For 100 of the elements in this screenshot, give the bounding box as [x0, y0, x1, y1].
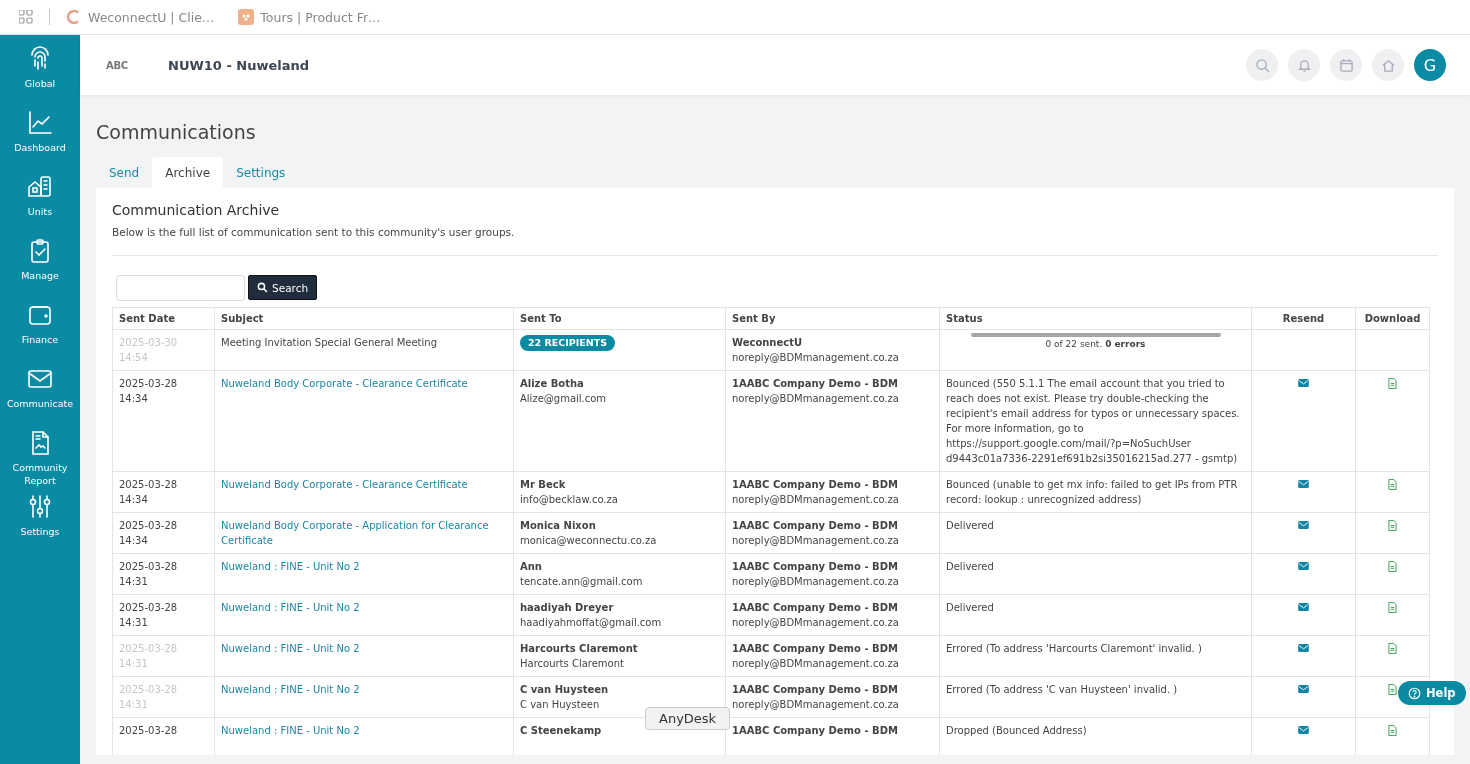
panel-title: Communication Archive	[112, 202, 281, 218]
sent-date: 2025-03-28 14:31	[119, 683, 179, 712]
home-icon	[1380, 57, 1396, 73]
recipient-email: tencate.ann@gmail.com	[520, 575, 644, 589]
search-field[interactable]	[116, 275, 245, 301]
recipient-email: info@becklaw.co.za	[520, 493, 619, 507]
sidebar-item-label[interactable]: Settings	[5, 525, 75, 539]
envelope-icon[interactable]	[1298, 480, 1309, 488]
pdf-file-icon[interactable]	[1388, 561, 1397, 572]
sidebar-item-label[interactable]: Manage	[5, 269, 75, 283]
sender-name: 1AABC Company Demo - BDM	[732, 478, 899, 492]
sidebar-item-label[interactable]: Community Report	[5, 461, 75, 488]
envelope-icon[interactable]	[1298, 603, 1309, 611]
sent-date: 2025-03-30 14:54	[119, 336, 179, 365]
sender-email: noreply@BDMmanagement.co.za	[732, 575, 900, 589]
sender-name: 1AABC Company Demo - BDM	[732, 724, 899, 738]
subject-text: Meeting Invitation Special General Meeting	[221, 337, 437, 348]
sender-email: noreply@BDMmanagement.co.za	[732, 698, 900, 712]
tooltip: AnyDesk	[645, 707, 731, 730]
sender-name: 1AABC Company Demo - BDM	[732, 683, 899, 697]
pdf-file-icon[interactable]	[1388, 643, 1397, 654]
sender-name: 1AABC Company Demo - BDM	[732, 601, 899, 615]
envelope-icon[interactable]	[1298, 379, 1309, 387]
company-logo: ABC	[106, 59, 129, 71]
sender-name: 1AABC Company Demo - BDM	[732, 519, 899, 533]
envelope-icon[interactable]	[1298, 644, 1309, 652]
search-button[interactable]	[1246, 49, 1278, 81]
apps-grid-icon[interactable]	[19, 10, 33, 24]
sender-name: 1AABC Company Demo - BDM	[732, 560, 899, 574]
notifications-button[interactable]	[1288, 49, 1320, 81]
sender-name: 1AABC Company Demo - BDM	[732, 642, 899, 656]
help-button[interactable]: Help	[1398, 681, 1466, 705]
column-header: Download	[1364, 313, 1421, 324]
recipient-email: monica@weconnectu.co.za	[520, 534, 658, 548]
recipient-name: Mr Beck	[520, 478, 567, 492]
recipient-name: Ann	[520, 560, 543, 574]
subject-link[interactable]: Nuweland Body Corporate - Clearance Certificate	[221, 376, 507, 391]
status-text: Delivered	[946, 601, 995, 615]
search-button[interactable]: Search	[248, 275, 318, 300]
recipient-email: C van Huysteen	[520, 698, 601, 712]
bell-icon	[1296, 57, 1312, 73]
pdf-file-icon[interactable]	[1388, 684, 1397, 695]
status-text: Delivered	[946, 519, 995, 533]
status-text: Delivered	[946, 560, 995, 574]
pdf-file-icon[interactable]	[1388, 725, 1397, 736]
sent-date: 2025-03-28 14:31	[119, 601, 179, 630]
sidebar-item-label[interactable]: Communicate	[5, 397, 75, 411]
column-header: Subject	[221, 313, 264, 324]
sender-email: noreply@BDMmanagement.co.za	[732, 616, 900, 630]
user-avatar[interactable]: G	[1414, 49, 1446, 81]
sender-email: noreply@BDMmanagement.co.za	[732, 392, 900, 406]
recipient-name: C Steenekamp	[520, 724, 603, 738]
community-title: NUW10 - Nuweland	[168, 57, 310, 73]
column-header: Sent To	[520, 313, 562, 324]
envelope-icon[interactable]	[1298, 562, 1309, 570]
sidebar-item-label[interactable]: Units	[5, 205, 75, 219]
calendar-button[interactable]	[1330, 49, 1362, 81]
sender-email: noreply@BDMmanagement.co.za	[732, 657, 900, 671]
sender-email: noreply@BDMmanagement.co.za	[732, 351, 900, 365]
recipient-email: Harcourts Claremont	[520, 657, 625, 671]
envelope-icon[interactable]	[1298, 521, 1309, 529]
recipient-name: Harcourts Claremont	[520, 642, 639, 656]
status-text: Bounced (550 5.1.1 The email account that you tried to reach does not exist. Please try double-checking the recipient's email address for typos or unnecessary spaces. For more information, go to https://support.google.com/mail/?p=NoSuchUser d9443c01a7336-2291ef691b2si35016215ad.277 - gsmtp)	[946, 377, 1241, 466]
envelope-icon[interactable]	[1298, 685, 1309, 693]
progress-text: 0 of 22 sent. 0 errors	[1045, 338, 1146, 351]
home-button[interactable]	[1372, 49, 1404, 81]
browser-tab-title[interactable]: WeconnectU | Clie…	[88, 9, 215, 25]
sender-name: WeconnectU	[732, 336, 804, 350]
tab[interactable]: Settings	[223, 157, 299, 188]
sent-date: 2025-03-28 14:31	[119, 642, 179, 671]
pdf-file-icon[interactable]	[1388, 520, 1397, 531]
sent-date: 2025-03-28	[119, 724, 179, 738]
column-header: Sent Date	[119, 313, 175, 324]
tab[interactable]: Archive	[152, 157, 224, 188]
sidebar-item-label[interactable]: Global	[5, 77, 75, 91]
search-icon	[257, 282, 268, 293]
recipient-email: Alize@gmail.com	[520, 392, 608, 406]
sidebar-item-label[interactable]: Dashboard	[5, 141, 75, 155]
panel-description: Below is the full list of communication sent to this community's user groups.	[112, 226, 516, 238]
question-icon	[1408, 686, 1421, 700]
status-text: Errored (To address 'C van Huysteen' invalid. )	[946, 683, 1179, 697]
recipient-name: Monica Nixon	[520, 519, 597, 533]
tab[interactable]: Send	[96, 157, 153, 188]
sender-email: noreply@BDMmanagement.co.za	[732, 534, 900, 548]
sent-date: 2025-03-28 14:34	[119, 519, 179, 548]
browser-tab-title[interactable]: Tours | Product Fr…	[260, 9, 381, 25]
line-chart-icon[interactable]	[26, 109, 54, 137]
recipient-email: haadiyahmoffat@gmail.com	[520, 616, 663, 630]
sent-date: 2025-03-28 14:34	[119, 377, 179, 406]
status-text: Bounced (unable to get mx info: failed to get IPs from PTR record: lookup : unrecognized address)	[946, 478, 1239, 507]
pdf-file-icon[interactable]	[1388, 479, 1397, 490]
envelope-icon[interactable]	[1298, 726, 1309, 734]
pdf-file-icon[interactable]	[1388, 602, 1397, 613]
sidebar-item-label[interactable]: Finance	[5, 333, 75, 347]
sent-date: 2025-03-28 14:34	[119, 478, 179, 507]
sent-date: 2025-03-28 14:31	[119, 560, 179, 589]
sender-email: noreply@BDMmanagement.co.za	[732, 493, 900, 507]
recipients-badge[interactable]: 22 RECIPIENTS	[520, 335, 616, 351]
pdf-file-icon[interactable]	[1388, 378, 1397, 389]
calendar-icon	[1338, 57, 1354, 73]
